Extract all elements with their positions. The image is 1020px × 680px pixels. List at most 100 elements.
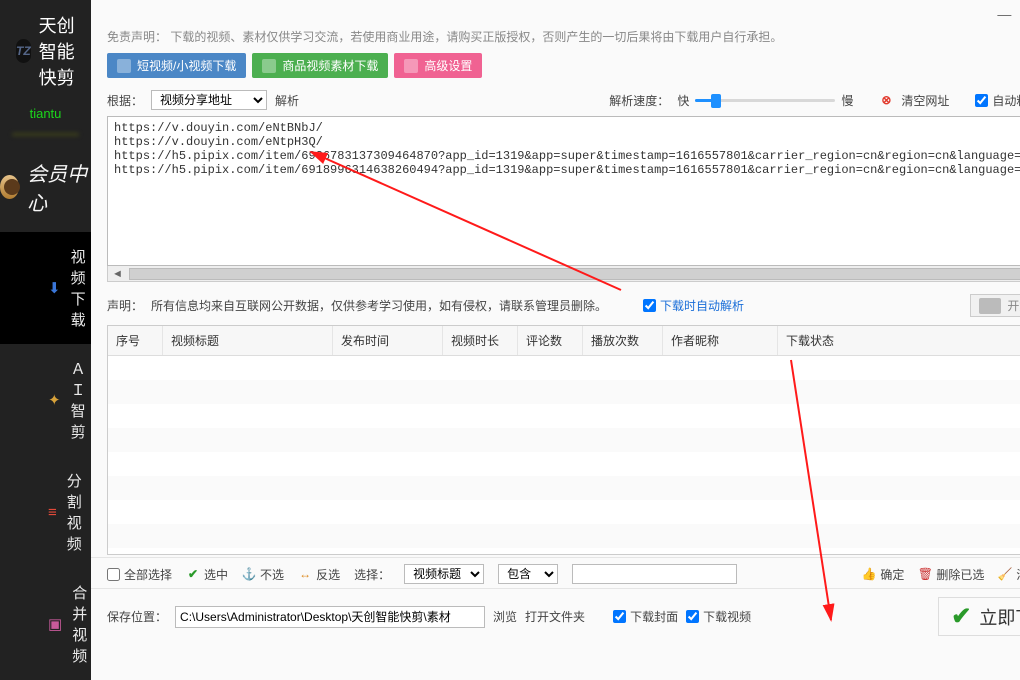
autopaste-label: 自动粘贴网址 (992, 92, 1020, 109)
nav-ai-clip[interactable]: ✦ Ａ Ｉ 智剪 (0, 344, 91, 456)
sparkle-icon: ✦ (48, 391, 61, 409)
select-all-checkbox[interactable]: 全部选择 (107, 566, 172, 583)
parse-link[interactable]: 解析 (275, 92, 299, 109)
save-label: 保存位置： (107, 608, 167, 625)
nav-label: Ａ Ｉ 智剪 (71, 358, 91, 442)
merge-icon: ▣ (48, 615, 62, 633)
app-logo-icon: TZ (16, 39, 31, 63)
check-icon: ✔ (186, 567, 200, 581)
download-tabs: 短视频/小视频下载 商品视频素材下载 高级设置 (91, 53, 1020, 86)
broom-icon: 🧹 (998, 567, 1012, 581)
stack-icon: ≡ (48, 504, 57, 521)
url-textarea[interactable]: https://v.douyin.com/eNtBNbJ/ https://v.… (107, 116, 1020, 266)
filter-field-select[interactable]: 视频标题 (404, 564, 484, 584)
filter-value-input[interactable] (572, 564, 737, 584)
col-author[interactable]: 作者昵称 (663, 326, 778, 355)
filter-label: 选择： (354, 566, 390, 583)
statement-label: 声明： (107, 297, 143, 314)
tab-label: 商品视频素材下载 (282, 57, 378, 74)
download-video-label: 下载视频 (703, 608, 751, 625)
col-plays[interactable]: 播放次数 (583, 326, 663, 355)
checkmark-icon: ✔ (951, 602, 971, 631)
cart-icon (262, 59, 276, 73)
download-cover-checkbox[interactable]: 下载封面 (613, 608, 678, 625)
user-picture (12, 133, 79, 136)
minimize-button[interactable]: — (997, 6, 1011, 23)
disclaimer: 免责声明： 下载的视频、素材仅供学习交流，若使用商业用途，请购买正版授权，否则产… (91, 0, 1020, 53)
browse-link[interactable]: 浏览 (493, 608, 517, 625)
select-label: 选中 (204, 566, 228, 583)
speed-label: 解析速度： (609, 92, 669, 109)
download-cover-label: 下载封面 (630, 608, 678, 625)
clear-table-btn[interactable]: 🧹 清空表格 (998, 566, 1020, 583)
nav-label: 视频下载 (71, 246, 91, 330)
results-table: 序号 视频标题 发布时间 视频时长 评论数 播放次数 作者昵称 下载状态 (107, 325, 1020, 555)
confirm-btn[interactable]: 👍 确定 (862, 566, 904, 583)
nav-label: 分割视频 (67, 470, 91, 554)
swap-icon: ↔ (298, 567, 312, 581)
app-title-bar: TZ 天创智能快剪 (0, 0, 91, 102)
slider-thumb[interactable] (711, 94, 721, 108)
autopaste-checkbox[interactable]: 自动粘贴网址 (975, 92, 1020, 109)
unselect-btn[interactable]: ⚓不选 (242, 566, 284, 583)
nav-video-download[interactable]: ⬇ 视频下载 (0, 232, 91, 344)
download-now-button[interactable]: ✔ 立即下载 (938, 597, 1020, 636)
autoparse-label: 下载时自动解析 (660, 297, 744, 314)
filter-op-select[interactable]: 包含 (498, 564, 558, 584)
confirm-label: 确定 (880, 566, 904, 583)
invert-btn[interactable]: ↔反选 (298, 566, 340, 583)
save-path-input[interactable] (175, 606, 485, 628)
tab-short-video[interactable]: 短视频/小视频下载 (107, 53, 246, 78)
unselect-label: 不选 (260, 566, 284, 583)
preview-icon (979, 298, 1001, 314)
disclaimer-label: 免责声明： (107, 30, 167, 44)
start-parse-label: 开始解析 (1007, 297, 1020, 314)
col-title[interactable]: 视频标题 (163, 326, 333, 355)
scroll-left-icon[interactable]: ◄ (112, 268, 123, 280)
selection-row: 全部选择 ✔ 选中 ⚓不选 ↔反选 选择： 视频标题 包含 👍 确定 🗑 删除已选 🧹… (91, 557, 1020, 588)
statement-row: 声明： 所有信息均来自互联网公开数据，仅供参考学习使用，如有侵权，请联系管理员删… (91, 288, 1020, 321)
open-folder-link[interactable]: 打开文件夹 (525, 608, 585, 625)
delete-selected-label: 删除已选 (936, 566, 984, 583)
clear-urls-link[interactable]: 清空网址 (901, 92, 949, 109)
hand-icon: 👍 (862, 567, 876, 581)
delete-selected-btn[interactable]: 🗑 删除已选 (918, 566, 984, 583)
video-icon (117, 59, 131, 73)
tab-label: 短视频/小视频下载 (137, 57, 236, 74)
col-index[interactable]: 序号 (108, 326, 163, 355)
col-comments[interactable]: 评论数 (518, 326, 583, 355)
table-header: 序号 视频标题 发布时间 视频时长 评论数 播放次数 作者昵称 下载状态 (108, 326, 1020, 356)
tab-advanced[interactable]: 高级设置 (394, 53, 482, 78)
download-icon: ⬇ (48, 279, 61, 297)
disclaimer-text: 下载的视频、素材仅供学习交流，若使用商业用途，请购买正版授权，否则产生的一切后果… (170, 30, 782, 44)
speed-slider[interactable]: 快 慢 (677, 92, 853, 109)
col-publish[interactable]: 发布时间 (333, 326, 443, 355)
source-select[interactable]: 视频分享地址 (151, 90, 267, 110)
avatar-icon (0, 175, 19, 199)
parse-row: 根据： 视频分享地址 解析 解析速度： 快 慢 ⊗ 清空网址 自动粘贴网址 (91, 86, 1020, 114)
download-video-checkbox[interactable]: 下载视频 (686, 608, 751, 625)
horizontal-scrollbar[interactable]: ◄► (107, 266, 1020, 282)
trash-icon: 🗑 (918, 567, 932, 581)
brand-label: tiantu (0, 102, 91, 129)
download-now-label: 立即下载 (979, 604, 1020, 630)
nav: ⬇ 视频下载 ✦ Ａ Ｉ 智剪 ≡ 分割视频 ▣ 合并视频 (0, 232, 91, 680)
gear-icon (404, 59, 418, 73)
start-parse-button[interactable]: 开始解析 (970, 294, 1020, 317)
col-status[interactable]: 下载状态 (778, 326, 1020, 355)
nav-merge-video[interactable]: ▣ 合并视频 (0, 568, 91, 680)
tab-product-video[interactable]: 商品视频素材下载 (252, 53, 388, 78)
col-length[interactable]: 视频时长 (443, 326, 518, 355)
nav-split-video[interactable]: ≡ 分割视频 (0, 456, 91, 568)
root-label: 根据： (107, 92, 143, 109)
main: — ▢ ✕ 免责声明： 下载的视频、素材仅供学习交流，若使用商业用途，请购买正版… (91, 0, 1020, 680)
nav-label: 合并视频 (72, 582, 91, 666)
fast-label: 快 (677, 92, 689, 109)
window-controls: — ▢ ✕ (997, 6, 1020, 23)
scroll-thumb[interactable] (129, 268, 1020, 280)
select-btn[interactable]: ✔ 选中 (186, 566, 228, 583)
autoparse-checkbox[interactable]: 下载时自动解析 (643, 297, 744, 314)
member-center-link[interactable]: 会员中心 (0, 148, 91, 228)
clear-table-label: 清空表格 (1016, 566, 1020, 583)
tab-label: 高级设置 (424, 57, 472, 74)
